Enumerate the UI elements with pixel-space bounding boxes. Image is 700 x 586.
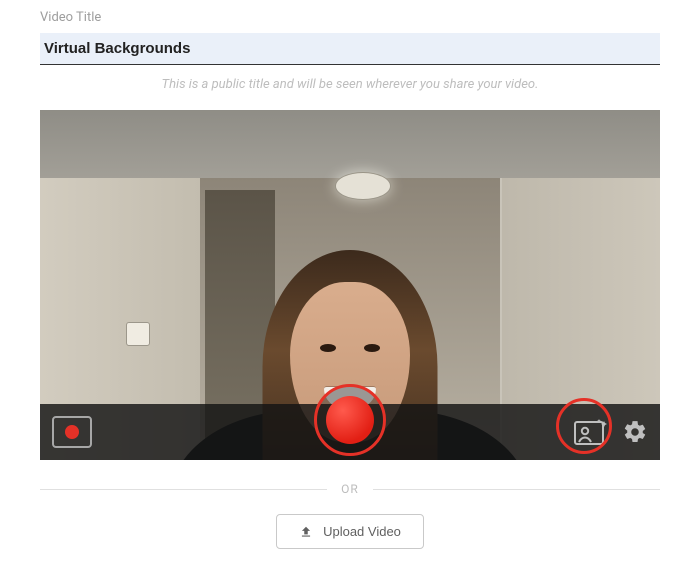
- record-button[interactable]: [314, 384, 386, 456]
- screen-record-button[interactable]: [52, 416, 92, 448]
- video-title-section: Video Title This is a public title and w…: [40, 10, 660, 549]
- divider-line-left: [40, 489, 327, 490]
- video-title-input[interactable]: [40, 33, 660, 65]
- upload-row: Upload Video: [40, 514, 660, 549]
- screen-record-icon: [65, 425, 79, 439]
- gear-icon: [622, 419, 648, 445]
- divider-label: OR: [341, 482, 359, 496]
- or-divider: OR: [40, 482, 660, 496]
- divider-line-right: [373, 489, 660, 490]
- video-title-helper: This is a public title and will be seen …: [40, 77, 660, 92]
- upload-video-label: Upload Video: [323, 524, 401, 539]
- record-icon: [326, 396, 374, 444]
- upload-icon: [299, 525, 313, 539]
- right-controls: [574, 419, 648, 445]
- upload-video-button[interactable]: Upload Video: [276, 514, 424, 549]
- video-title-label: Video Title: [40, 10, 660, 25]
- background-effects-icon: [574, 419, 608, 445]
- camera-preview: [40, 110, 660, 460]
- settings-button[interactable]: [622, 419, 648, 445]
- background-effects-button[interactable]: [574, 419, 608, 445]
